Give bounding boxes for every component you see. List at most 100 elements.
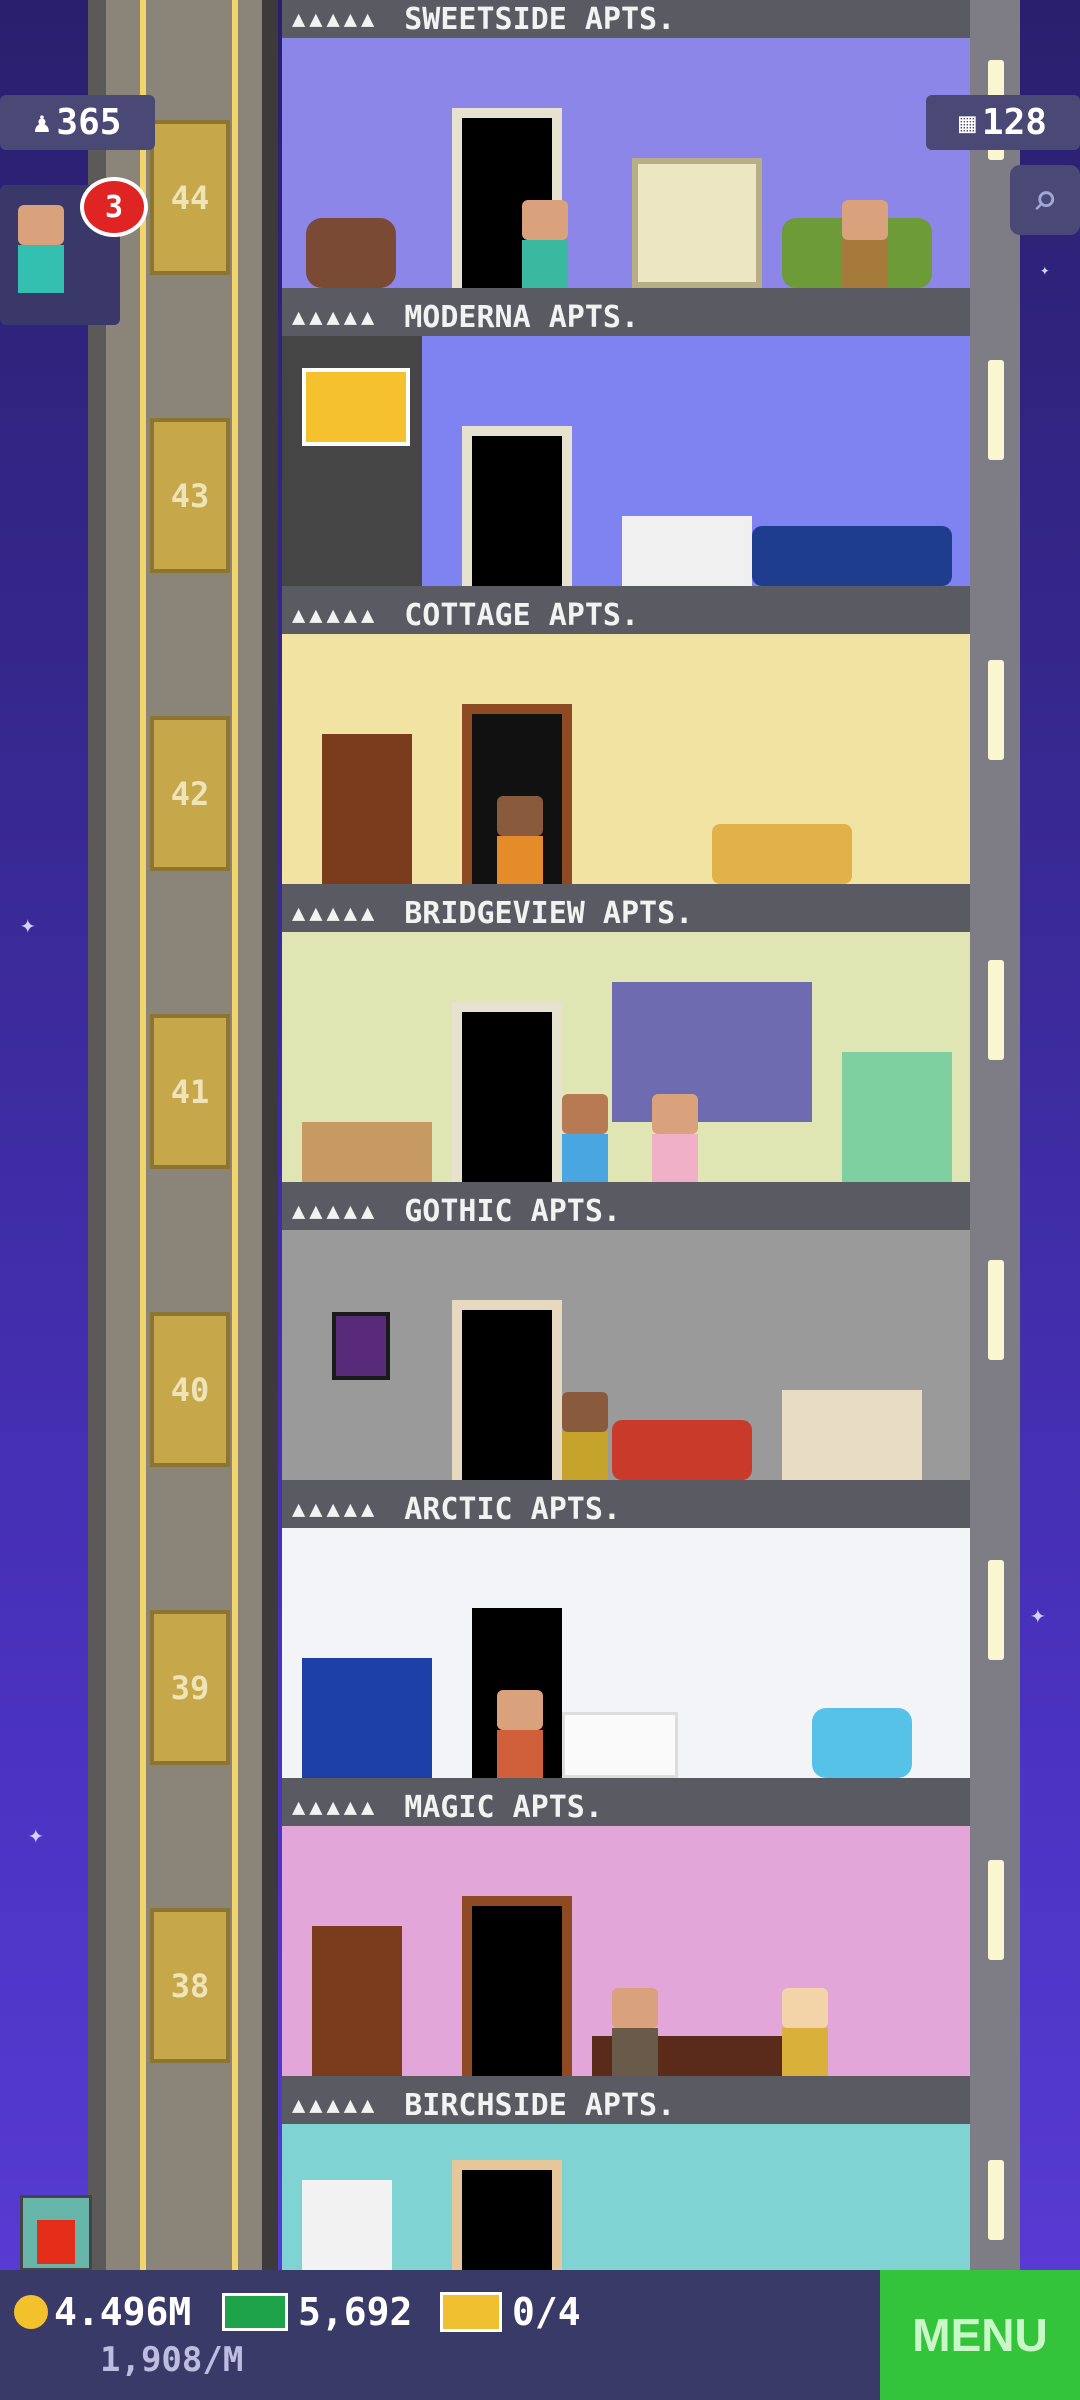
floor-bridgeview[interactable]: ▲▲▲▲▲ BRIDGEVIEW APTS. [282, 894, 970, 1192]
floor-moderna[interactable]: ▲▲▲▲▲ MODERNA APTS. [282, 298, 970, 596]
window-light [988, 1260, 1004, 1360]
resident[interactable] [522, 200, 568, 288]
floor-sign: ▲▲▲▲▲ SWEETSIDE APTS. [282, 0, 970, 38]
window-light [988, 960, 1004, 1060]
bookshelf [312, 1926, 402, 2076]
elevator-rail [262, 0, 278, 2270]
resident[interactable] [842, 200, 888, 288]
magnifier-icon: ⌕ [1031, 174, 1059, 226]
door [452, 2160, 562, 2270]
coin-icon [14, 2295, 48, 2329]
floor-base [282, 884, 970, 894]
floor-birchside[interactable]: ▲▲▲▲▲ BIRCHSIDE APTS. [282, 2086, 970, 2270]
elevator-floor-39[interactable]: 39 [150, 1610, 230, 1765]
room [282, 1230, 970, 1490]
blue-sofa [752, 526, 952, 586]
floor-sign: ▲▲▲▲▲ BIRCHSIDE APTS. [282, 2086, 970, 2124]
coins-display[interactable]: 4.496M [14, 2290, 191, 2334]
floor-base [282, 2076, 970, 2086]
floor-name: COTTAGE APTS. [404, 597, 640, 633]
floor-base [282, 1480, 970, 1490]
floor-count-value: 128 [981, 102, 1047, 143]
floor-counter[interactable]: ▦ 128 [926, 95, 1080, 150]
window-light [988, 660, 1004, 760]
window-light [988, 1860, 1004, 1960]
tickets-display[interactable]: 0/4 [440, 2290, 581, 2334]
shield [332, 1312, 390, 1380]
cabinet [302, 2180, 392, 2270]
room [282, 1528, 970, 1788]
fireplace [782, 1390, 922, 1480]
notification-badge: 3 [80, 177, 148, 237]
shop-thumbnail[interactable] [20, 2195, 92, 2271]
floor-arctic[interactable]: ▲▲▲▲▲ ARCTIC APTS. [282, 1490, 970, 1788]
coin-rate: 1,908/M [100, 2340, 244, 2380]
elevator-floor-42[interactable]: 42 [150, 716, 230, 871]
room [282, 932, 970, 1192]
resident[interactable] [497, 1690, 543, 1778]
resident-notification[interactable]: 3 [0, 177, 148, 325]
door [462, 426, 572, 586]
room [282, 336, 970, 596]
door [452, 1300, 562, 1480]
population-counter[interactable]: ♟ 365 [0, 95, 155, 150]
elevator-floor-43[interactable]: 43 [150, 418, 230, 573]
floor-sign: ▲▲▲▲▲ BRIDGEVIEW APTS. [282, 894, 970, 932]
sparkle-icon: ✦ [20, 910, 36, 940]
bux-display[interactable]: 5,692 [222, 2290, 412, 2334]
elevator-floor-40[interactable]: 40 [150, 1312, 230, 1467]
floor-sign: ▲▲▲▲▲ COTTAGE APTS. [282, 596, 970, 634]
door [462, 1896, 572, 2076]
resident-avatar [18, 205, 64, 293]
floor-cottage[interactable]: ▲▲▲▲▲ COTTAGE APTS. [282, 596, 970, 894]
room [282, 38, 970, 298]
rating-stars: ▲▲▲▲▲ [292, 1794, 379, 1820]
floor-name: ARCTIC APTS. [404, 1491, 621, 1527]
room [282, 2124, 970, 2270]
floor-name: SWEETSIDE APTS. [404, 1, 676, 37]
resident[interactable] [562, 1392, 608, 1480]
elevator-floor-38[interactable]: 38 [150, 1908, 230, 2063]
floor-sweetside[interactable]: ▲▲▲▲▲ SWEETSIDE APTS. [282, 0, 970, 298]
resident[interactable] [612, 1988, 658, 2076]
kitchen-units [842, 1052, 952, 1182]
floor-gothic[interactable]: ▲▲▲▲▲ GOTHIC APTS. [282, 1192, 970, 1490]
floor-name: MODERNA APTS. [404, 299, 640, 335]
painting [302, 368, 410, 446]
window [612, 982, 812, 1122]
armchair [306, 218, 396, 288]
door [452, 1002, 562, 1182]
rating-stars: ▲▲▲▲▲ [292, 1496, 379, 1522]
person-icon: ♟ [33, 106, 51, 139]
coins-value: 4.496M [54, 2290, 192, 2334]
floor-sign: ▲▲▲▲▲ MAGIC APTS. [282, 1788, 970, 1826]
floor-base [282, 586, 970, 596]
population-value: 365 [56, 102, 122, 143]
rating-stars: ▲▲▲▲▲ [292, 6, 379, 32]
resident[interactable] [652, 1094, 698, 1182]
elevator-cable [140, 0, 146, 2270]
elevator-rail [88, 0, 106, 2270]
floor-name: GOTHIC APTS. [404, 1193, 621, 1229]
floor-name: BRIDGEVIEW APTS. [404, 895, 694, 931]
sparkle-icon: ✦ [28, 1820, 44, 1850]
menu-button[interactable]: MENU [880, 2270, 1080, 2400]
polar-bear [562, 1712, 678, 1778]
floor-base [282, 1182, 970, 1192]
blue-cabinets [302, 1658, 432, 1778]
floor-sign: ▲▲▲▲▲ ARCTIC APTS. [282, 1490, 970, 1528]
floor-magic[interactable]: ▲▲▲▲▲ MAGIC APTS. [282, 1788, 970, 2086]
floor-name: MAGIC APTS. [404, 1789, 603, 1825]
rating-stars: ▲▲▲▲▲ [292, 304, 379, 330]
resident[interactable] [562, 1094, 608, 1182]
resident[interactable] [497, 796, 543, 884]
elevator-floor-44[interactable]: 44 [150, 120, 230, 275]
ticket-icon [440, 2292, 502, 2332]
search-button[interactable]: ⌕ [1010, 165, 1080, 235]
elevator-floor-41[interactable]: 41 [150, 1014, 230, 1169]
resident[interactable] [782, 1988, 828, 2076]
window-light [988, 1560, 1004, 1660]
dining-table [302, 1122, 432, 1182]
sparkle-icon: ✦ [1030, 1600, 1046, 1630]
bux-value: 5,692 [298, 2290, 413, 2334]
